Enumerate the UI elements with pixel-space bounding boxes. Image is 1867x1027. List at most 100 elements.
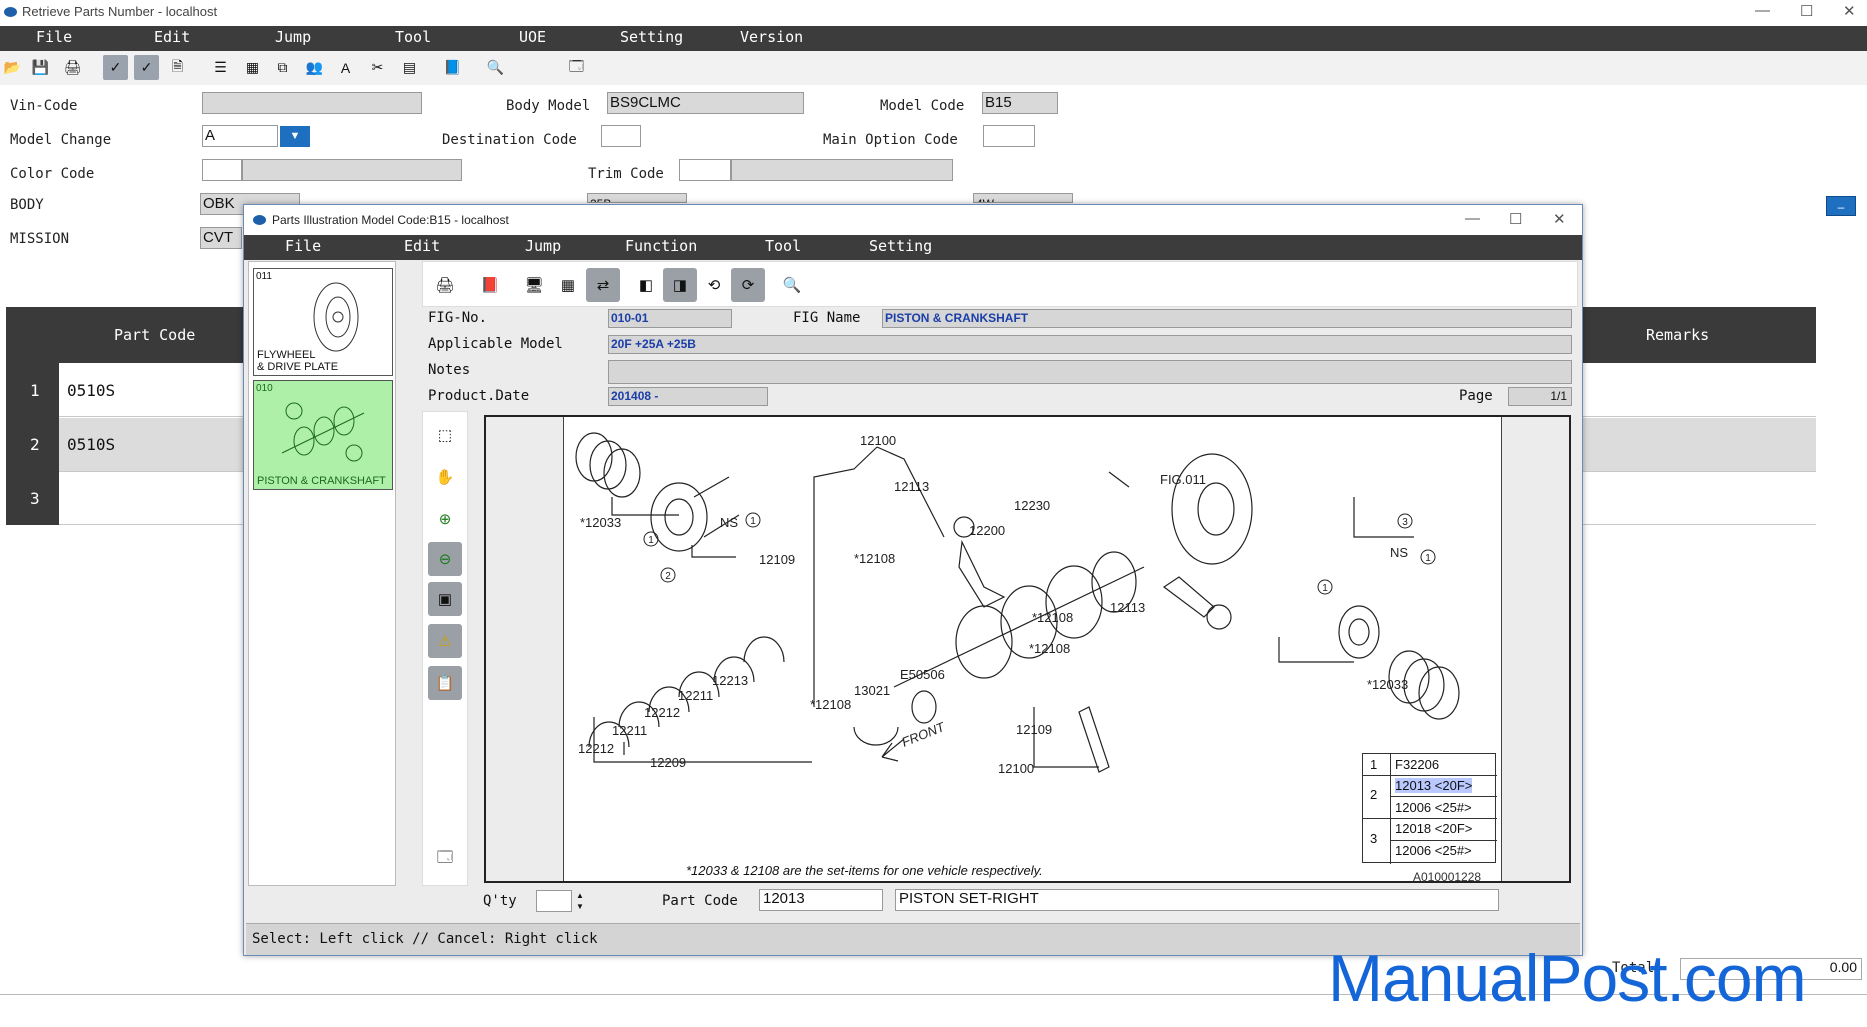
legend-part-selected[interactable]: 12013 <20F>	[1395, 778, 1473, 793]
label-12108[interactable]: *12108	[810, 697, 851, 712]
maximize-icon[interactable]: ☐	[1509, 210, 1522, 228]
menu-setting[interactable]: Setting	[869, 237, 932, 255]
model-change-select[interactable]: A	[202, 125, 278, 147]
chevron-down-icon[interactable]: ▼	[280, 126, 310, 147]
thumbnail-flywheel[interactable]: 011 FLYWHEEL & DRIVE PLATE	[253, 268, 393, 376]
label-12033[interactable]: *12033	[580, 515, 621, 530]
label-13021[interactable]: 13021	[854, 683, 890, 698]
search-doc-icon[interactable]: 🔍	[775, 268, 809, 302]
window-icon[interactable]: 🗔	[564, 55, 589, 80]
menu-file[interactable]: File	[36, 28, 72, 46]
open-folder-icon[interactable]: 📂	[0, 55, 25, 80]
tools-icon[interactable]: ✂	[365, 55, 390, 80]
label-12212[interactable]: 12212	[644, 705, 680, 720]
menu-jump[interactable]: Jump	[525, 237, 561, 255]
model-code-field[interactable]: B15	[982, 92, 1058, 114]
close-icon[interactable]: ✕	[1553, 210, 1566, 228]
back-icon[interactable]: ⟲	[697, 268, 731, 302]
qty-field[interactable]	[536, 890, 572, 912]
print-icon[interactable]: 🖨	[60, 55, 85, 80]
menu-tool[interactable]: Tool	[395, 28, 431, 46]
label-12211[interactable]: 12211	[612, 723, 647, 738]
label-12109[interactable]: 12109	[1016, 722, 1052, 737]
clipboard-icon[interactable]: 📋	[428, 666, 462, 700]
display-icon[interactable]: 🖥	[517, 268, 551, 302]
label-12033[interactable]: *12033	[1367, 677, 1408, 692]
mission-field[interactable]: CVT	[200, 227, 242, 249]
collapse-button[interactable]: –	[1826, 196, 1856, 216]
label-12212[interactable]: 12212	[578, 741, 614, 756]
label-fig-011[interactable]: FIG.011	[1160, 472, 1206, 487]
qty-stepper[interactable]: ▲ ▼	[573, 890, 587, 912]
save-as-icon[interactable]: 🗎	[165, 55, 190, 80]
label-12113[interactable]: 12113	[894, 479, 929, 494]
color-code-field[interactable]	[202, 159, 242, 181]
label-12100[interactable]: 12100	[860, 433, 896, 448]
search-doc-icon[interactable]: 🔍	[483, 55, 508, 80]
body-model-field[interactable]: BS9CLMC	[607, 92, 804, 114]
thumbnail-piston-crankshaft[interactable]: 010 PISTON & CRANKSHAFT	[253, 380, 393, 490]
menu-jump[interactable]: Jump	[275, 28, 311, 46]
list-icon[interactable]: ☰	[208, 55, 233, 80]
check-000-icon[interactable]: ✓	[134, 55, 159, 80]
pan-hand-icon[interactable]: ✋	[428, 460, 462, 494]
label-12200[interactable]: 12200	[969, 523, 1005, 538]
legend-part[interactable]: 12006 <25#>	[1395, 843, 1472, 858]
label-12211[interactable]: 12211	[678, 688, 713, 703]
label-12230[interactable]: 12230	[1014, 498, 1050, 513]
label-e50506[interactable]: E50506	[900, 667, 945, 682]
zoom-out-icon[interactable]: ⊖	[428, 542, 462, 576]
illustration-canvas[interactable]: 12100 12113 12230 FIG.011 *12033 NS 1210…	[484, 415, 1571, 884]
menu-file[interactable]: File	[285, 237, 321, 255]
menu-edit[interactable]: Edit	[404, 237, 440, 255]
legend-part[interactable]: 12006 <25#>	[1395, 800, 1472, 815]
legend-part[interactable]: 12018 <20F>	[1395, 821, 1472, 836]
grid-icon[interactable]: ▦	[240, 55, 265, 80]
copy-icon[interactable]: ⧉	[270, 55, 295, 80]
label-12109[interactable]: 12109	[759, 552, 795, 567]
label-12108[interactable]: *12108	[854, 551, 895, 566]
book-icon[interactable]: 📘	[440, 55, 465, 80]
close-icon[interactable]: ✕	[1843, 2, 1856, 20]
save-icon[interactable]: 💾	[28, 55, 53, 80]
fig-next-icon[interactable]: ◨	[663, 268, 697, 302]
label-12213[interactable]: 12213	[712, 673, 748, 688]
fig-prev-icon[interactable]: ◧	[629, 268, 663, 302]
forward-icon[interactable]: ⟳	[731, 268, 765, 302]
table-icon[interactable]: ▦	[551, 268, 585, 302]
minimize-icon[interactable]: —	[1755, 2, 1770, 19]
label-12100[interactable]: 12100	[998, 761, 1034, 776]
text-icon[interactable]: A	[333, 55, 358, 80]
print-icon[interactable]: 🖨	[428, 268, 462, 302]
menu-setting[interactable]: Setting	[620, 28, 683, 46]
users-icon[interactable]: 👥	[302, 55, 327, 80]
book-icon[interactable]: 📕	[473, 268, 507, 302]
part-code-field[interactable]: 12013	[759, 889, 883, 911]
label-12108[interactable]: *12108	[1029, 641, 1070, 656]
engine-field[interactable]: 25B	[587, 193, 687, 203]
vin-code-field[interactable]	[202, 92, 422, 114]
fit-page-icon[interactable]: ▣	[428, 582, 462, 616]
menu-edit[interactable]: Edit	[154, 28, 190, 46]
window-icon[interactable]: 🗔	[428, 842, 462, 876]
legend-part[interactable]: F32206	[1395, 757, 1439, 772]
destination-code-field[interactable]	[601, 125, 641, 147]
menu-uoe[interactable]: UOE	[519, 28, 546, 46]
select-area-icon[interactable]: ⬚	[428, 418, 462, 452]
trim-code-field[interactable]	[679, 159, 731, 181]
drive-field[interactable]: 4W	[973, 193, 1073, 203]
chart-icon[interactable]: ▤	[397, 55, 422, 80]
minimize-icon[interactable]: —	[1465, 210, 1480, 227]
menu-tool[interactable]: Tool	[765, 237, 801, 255]
menu-function[interactable]: Function	[625, 237, 697, 255]
label-12209[interactable]: 12209	[650, 755, 686, 770]
menu-version[interactable]: Version	[740, 28, 803, 46]
maximize-icon[interactable]: ☐	[1800, 2, 1813, 20]
check-123-icon[interactable]: ✓	[103, 55, 128, 80]
swap-icon[interactable]: ⇄	[586, 268, 620, 302]
label-12113[interactable]: 12113	[1110, 600, 1145, 615]
main-option-code-field[interactable]	[983, 125, 1035, 147]
label-12108[interactable]: *12108	[1032, 610, 1073, 625]
zoom-in-icon[interactable]: ⊕	[428, 502, 462, 536]
warning-icon[interactable]: ⚠	[428, 624, 462, 658]
